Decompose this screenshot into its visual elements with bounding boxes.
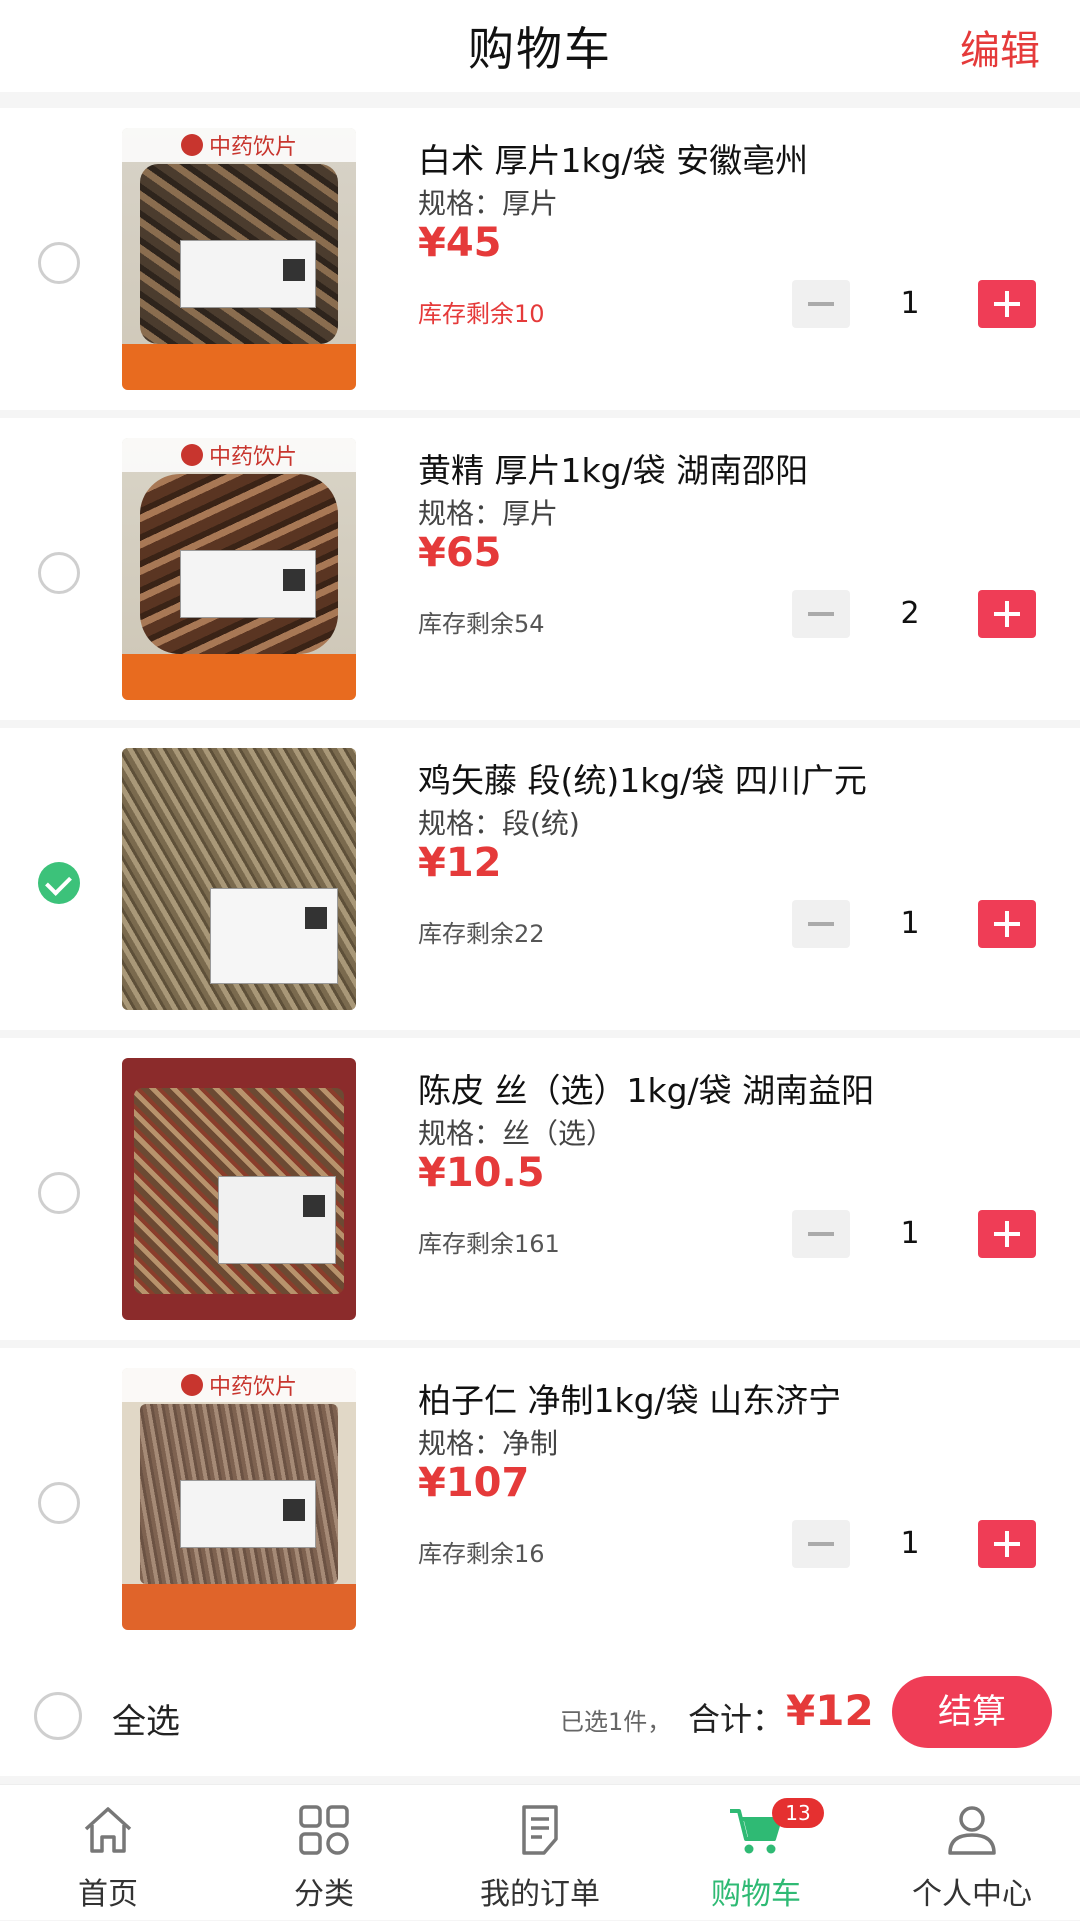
product-name[interactable]: 鸡矢藤 段(统)1kg/袋 四川广元 — [418, 754, 867, 802]
product-image[interactable] — [122, 748, 356, 1010]
cart-item: 中药饮片 白术 厚片1kg/袋 安徽亳州 规格：厚片 ¥45 库存剩余10 1 — [0, 108, 1080, 410]
product-image[interactable] — [122, 1058, 356, 1320]
product-name[interactable]: 黄精 厚片1kg/袋 湖南邵阳 — [418, 444, 808, 492]
product-price: ¥45 — [418, 220, 502, 266]
increase-quantity-button[interactable] — [978, 1210, 1036, 1258]
product-price: ¥107 — [418, 1460, 530, 1506]
cart-count-badge: 13 — [772, 1798, 824, 1828]
stock-remaining: 库存剩余161 — [418, 1230, 560, 1258]
tab-category[interactable]: 分类 — [216, 1785, 432, 1921]
page-title: 购物车 — [468, 22, 612, 76]
brand-text: 中药饮片 — [208, 445, 297, 470]
tab-cart[interactable]: 购物车 — [648, 1785, 864, 1921]
checkout-bar: 全选 已选1件， 合计： ¥12 结算 — [0, 1646, 1080, 1776]
brand-text: 中药饮片 — [208, 135, 297, 160]
grid-icon — [299, 1805, 349, 1855]
tab-orders[interactable]: 我的订单 — [432, 1785, 648, 1921]
increase-quantity-button[interactable] — [978, 590, 1036, 638]
increase-quantity-button[interactable] — [978, 280, 1036, 328]
tab-home-label: 首页 — [78, 1877, 138, 1912]
checkout-button[interactable]: 结算 — [892, 1676, 1052, 1748]
decrease-quantity-button[interactable] — [792, 590, 850, 638]
item-select-checkbox[interactable] — [38, 552, 80, 594]
product-image[interactable]: 中药饮片 — [122, 128, 356, 390]
cart-list: 中药饮片 白术 厚片1kg/袋 安徽亳州 规格：厚片 ¥45 库存剩余10 1 … — [0, 108, 1080, 1658]
quantity-value[interactable]: 1 — [880, 1210, 940, 1258]
stock-remaining: 库存剩余54 — [418, 610, 545, 638]
selected-count: 已选1件， — [560, 1708, 672, 1736]
bottom-tab-bar: 首页 分类 我的订单 购物车 个人中心 — [0, 1784, 1080, 1920]
cart-item: 中药饮片 柏子仁 净制1kg/袋 山东济宁 规格：净制 ¥107 库存剩余16 … — [0, 1348, 1080, 1650]
stock-remaining: 库存剩余10 — [418, 300, 545, 328]
decrease-quantity-button[interactable] — [792, 280, 850, 328]
quantity-value[interactable]: 1 — [880, 900, 940, 948]
cart-item: 陈皮 丝（选）1kg/袋 湖南益阳 规格：丝（选） ¥10.5 库存剩余161 … — [0, 1038, 1080, 1340]
increase-quantity-button[interactable] — [978, 900, 1036, 948]
user-icon — [948, 1806, 996, 1855]
decrease-quantity-button[interactable] — [792, 1520, 850, 1568]
tab-cart-label: 购物车 — [711, 1877, 801, 1912]
tab-category-label: 分类 — [294, 1877, 354, 1912]
increase-quantity-button[interactable] — [978, 1520, 1036, 1568]
product-spec: 规格：厚片 — [418, 187, 559, 220]
edit-button[interactable]: 编辑 — [960, 18, 1040, 76]
product-spec: 规格：厚片 — [418, 497, 559, 530]
document-icon — [522, 1805, 558, 1855]
item-select-checkbox[interactable] — [38, 1172, 80, 1214]
home-icon — [84, 1807, 132, 1853]
tab-profile-label: 个人中心 — [912, 1877, 1032, 1912]
stock-remaining: 库存剩余22 — [418, 920, 545, 948]
product-name[interactable]: 柏子仁 净制1kg/袋 山东济宁 — [418, 1374, 841, 1422]
product-spec: 规格：净制 — [418, 1427, 559, 1460]
product-name[interactable]: 陈皮 丝（选）1kg/袋 湖南益阳 — [418, 1064, 874, 1112]
quantity-value[interactable]: 1 — [880, 1520, 940, 1568]
brand-text: 中药饮片 — [208, 1375, 297, 1400]
product-spec: 规格：段(统) — [418, 807, 580, 840]
tab-orders-label: 我的订单 — [480, 1877, 600, 1912]
decrease-quantity-button[interactable] — [792, 1210, 850, 1258]
select-all-checkbox[interactable] — [34, 1692, 82, 1740]
item-select-checkbox[interactable] — [38, 242, 80, 284]
tab-home[interactable]: 首页 — [0, 1785, 216, 1921]
quantity-value[interactable]: 2 — [880, 590, 940, 638]
total-label: 合计： — [688, 1700, 785, 1738]
item-select-checkbox[interactable] — [38, 862, 80, 904]
product-price: ¥12 — [418, 840, 502, 886]
product-price: ¥65 — [418, 530, 502, 576]
product-price: ¥10.5 — [418, 1150, 545, 1196]
decrease-quantity-button[interactable] — [792, 900, 850, 948]
quantity-value[interactable]: 1 — [880, 280, 940, 328]
cart-item: 中药饮片 黄精 厚片1kg/袋 湖南邵阳 规格：厚片 ¥65 库存剩余54 2 — [0, 418, 1080, 720]
cart-item: 鸡矢藤 段(统)1kg/袋 四川广元 规格：段(统) ¥12 库存剩余22 1 — [0, 728, 1080, 1030]
product-spec: 规格：丝（选） — [418, 1117, 615, 1150]
stock-remaining: 库存剩余16 — [418, 1540, 545, 1568]
item-select-checkbox[interactable] — [38, 1482, 80, 1524]
tab-profile[interactable]: 个人中心 — [864, 1785, 1080, 1921]
total-price: ¥12 — [786, 1686, 874, 1735]
product-image[interactable]: 中药饮片 — [122, 1368, 356, 1630]
header-bar: 购物车 编辑 — [0, 0, 1080, 92]
select-all-label[interactable]: 全选 — [112, 1694, 180, 1743]
product-image[interactable]: 中药饮片 — [122, 438, 356, 700]
product-name[interactable]: 白术 厚片1kg/袋 安徽亳州 — [418, 134, 808, 182]
